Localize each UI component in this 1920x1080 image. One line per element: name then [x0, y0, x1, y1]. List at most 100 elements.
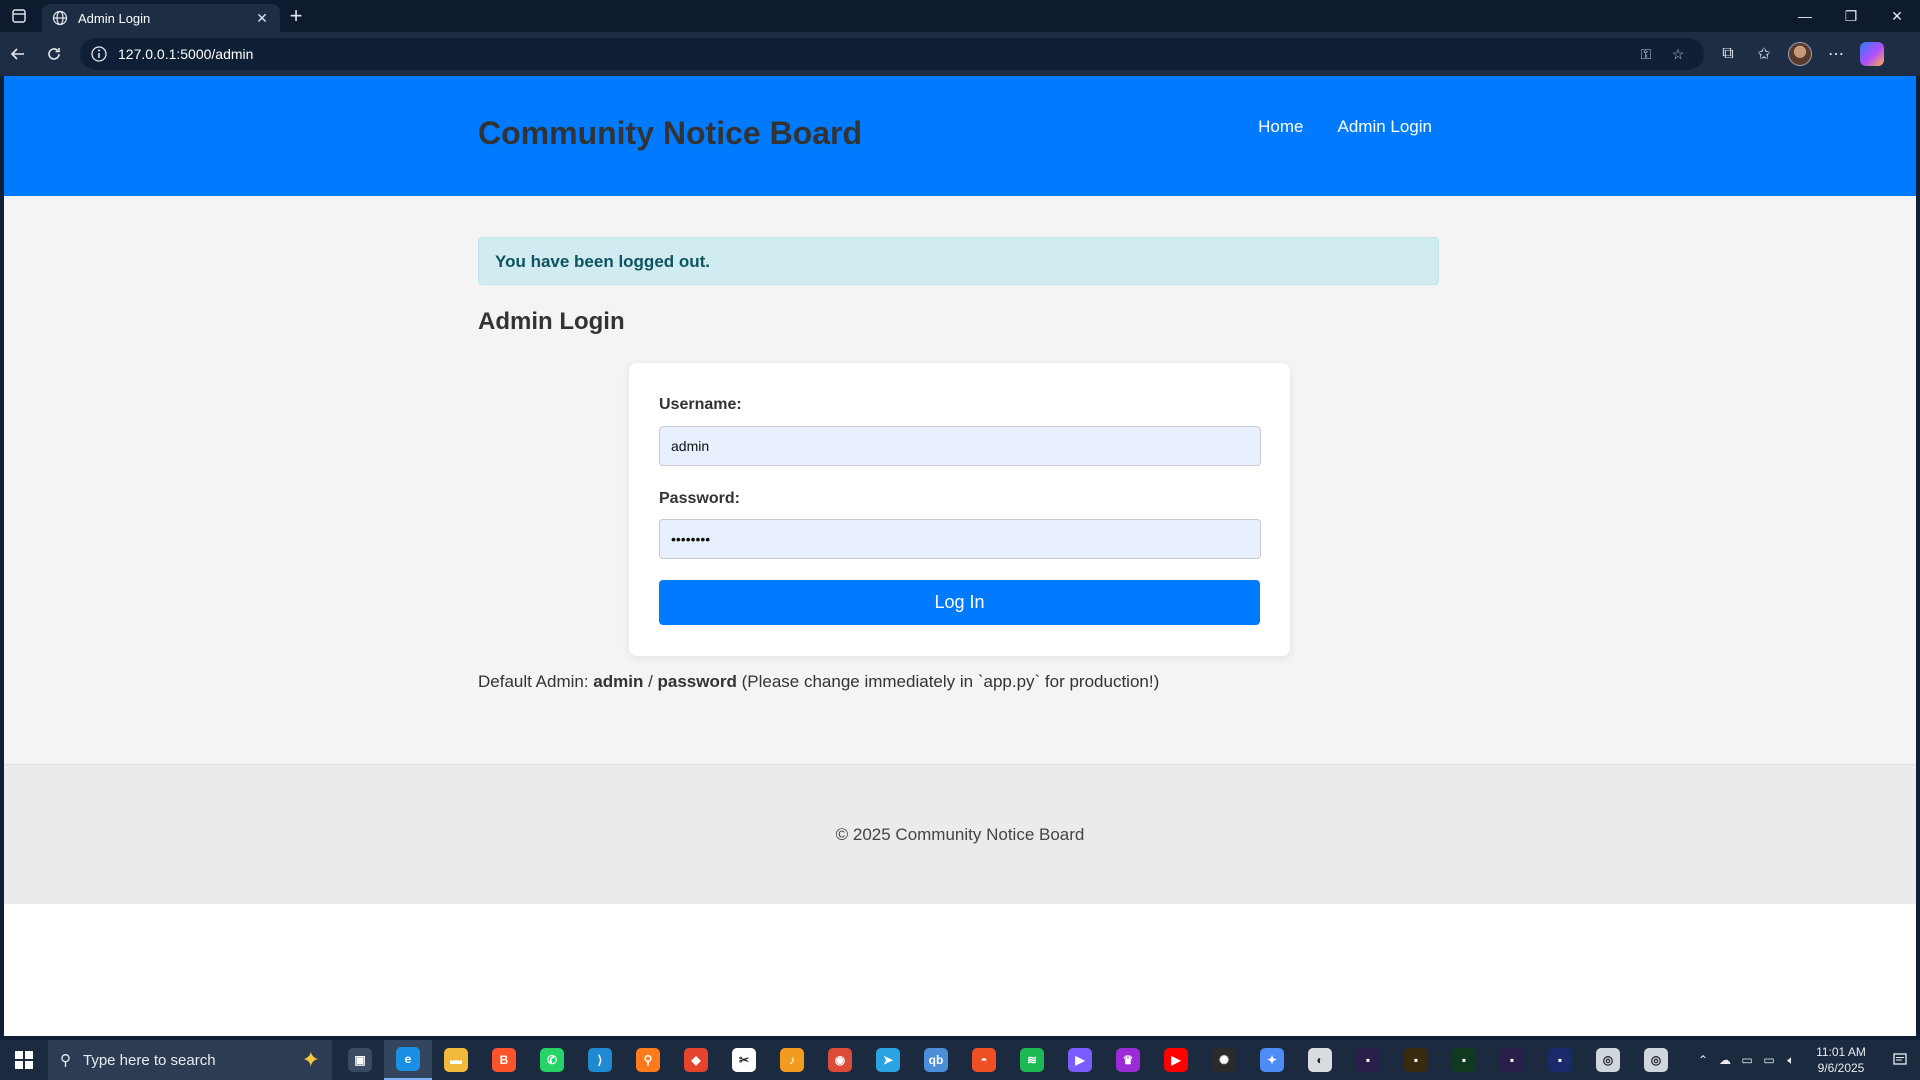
close-tab-icon[interactable]: ✕	[254, 10, 270, 27]
profile-avatar[interactable]	[1782, 36, 1818, 72]
address-bar[interactable]: 127.0.0.1:5000/admin ⚿ ☆	[80, 38, 1704, 70]
taskbar-app-app-dark2[interactable]: ▪	[1392, 1040, 1440, 1080]
taskbar-app-app-dark1[interactable]: ▪	[1344, 1040, 1392, 1080]
page-viewport: Community Notice Board Home Admin Login …	[4, 76, 1916, 1036]
vscode-icon: ⟩	[588, 1048, 612, 1072]
restore-icon[interactable]: ❐	[1828, 0, 1874, 32]
volume-icon[interactable]: 🔈︎	[1780, 1053, 1802, 1068]
globe-icon	[52, 10, 68, 26]
close-window-icon[interactable]: ✕	[1874, 0, 1920, 32]
app-violet-icon: ♛	[1116, 1048, 1140, 1072]
taskbar-app-anydesk[interactable]: ◆	[672, 1040, 720, 1080]
task-view-icon: ▣	[348, 1048, 372, 1072]
taskbar-app-search-app[interactable]: ⚲	[624, 1040, 672, 1080]
app-dark5-icon: ▪	[1548, 1048, 1572, 1072]
site-title: Community Notice Board	[478, 115, 863, 151]
key-icon[interactable]: ⚿	[1630, 46, 1662, 63]
taskbar-app-chrome[interactable]: ◉	[816, 1040, 864, 1080]
taskbar-app-brave[interactable]: B	[480, 1040, 528, 1080]
clock[interactable]: 11:01 AM 9/6/2025	[1802, 1044, 1880, 1076]
notification-icon[interactable]	[1880, 1052, 1920, 1068]
network-icon[interactable]: ▭	[1758, 1053, 1780, 1067]
taskbar-app-app-gamepad[interactable]: ◐	[1296, 1040, 1344, 1080]
site-nav: Home Admin Login	[1258, 117, 1432, 137]
taskbar-app-app-orange[interactable]: ◓	[960, 1040, 1008, 1080]
favorite-star-icon[interactable]: ☆	[1662, 46, 1694, 63]
taskbar-app-fl-studio[interactable]: ♪	[768, 1040, 816, 1080]
taskbar-app-app-light1[interactable]: ◎	[1584, 1040, 1632, 1080]
taskbar-app-capcut[interactable]: ✂	[720, 1040, 768, 1080]
app-light2-icon: ◎	[1644, 1048, 1668, 1072]
taskbar-app-app-dark4[interactable]: ▪	[1488, 1040, 1536, 1080]
taskbar-app-gemini[interactable]: ✦	[1248, 1040, 1296, 1080]
brave-icon: B	[492, 1048, 516, 1072]
taskbar-app-app-dark5[interactable]: ▪	[1536, 1040, 1584, 1080]
nav-link-admin-login[interactable]: Admin Login	[1337, 117, 1432, 137]
whatsapp-icon: ✆	[540, 1048, 564, 1072]
url-text: 127.0.0.1:5000/admin	[118, 46, 254, 62]
spotify-icon: ≋	[1020, 1048, 1044, 1072]
browser-tab[interactable]: Admin Login ✕	[42, 4, 280, 32]
page-heading: Admin Login	[478, 308, 625, 335]
taskbar-app-whatsapp[interactable]: ✆	[528, 1040, 576, 1080]
app-dark4-icon: ▪	[1500, 1048, 1524, 1072]
username-input[interactable]	[659, 426, 1261, 466]
clock-time: 11:01 AM	[1816, 1045, 1866, 1059]
favorites-icon[interactable]: ✩	[1746, 36, 1782, 72]
browser-tab-bar: Admin Login ✕ + — ❐ ✕	[0, 0, 1920, 32]
note-suffix: (Please change immediately in `app.py` f…	[736, 672, 1160, 691]
app-dark1-icon: ▪	[1356, 1048, 1380, 1072]
taskbar-app-app-light2[interactable]: ◎	[1632, 1040, 1680, 1080]
extensions-icon[interactable]: ⧉	[1710, 36, 1746, 72]
chatgpt-icon: ✺	[1212, 1048, 1236, 1072]
youtube-icon: ▶	[1164, 1048, 1188, 1072]
flash-message: You have been logged out.	[478, 237, 1439, 285]
chevron-up-icon[interactable]: ⌃	[1692, 1053, 1714, 1067]
tab-title: Admin Login	[78, 10, 151, 26]
main-content: You have been logged out. Admin Login Us…	[4, 196, 1916, 764]
taskbar-apps: ▣ e ▬ B ✆ ⟩ ⚲ ◆ ✂ ♪ ◉ ➤ qb ◓ ≋ ▶ ♛ ▶ ✺ ✦ ◐ ▪ ▪ ▪ ▪ ▪ ◎ ◎	[336, 1040, 1680, 1080]
taskbar-app-spotify[interactable]: ≋	[1008, 1040, 1056, 1080]
clock-date: 9/6/2025	[1817, 1061, 1865, 1075]
new-tab-button[interactable]: +	[280, 0, 312, 32]
reload-icon[interactable]	[36, 36, 72, 72]
site-footer: © 2025 Community Notice Board	[4, 764, 1916, 904]
app-gamepad-icon: ◐	[1308, 1048, 1332, 1072]
taskbar-app-task-view[interactable]: ▣	[336, 1040, 384, 1080]
taskbar-app-file-explorer[interactable]: ▬	[432, 1040, 480, 1080]
gemini-icon: ✦	[1260, 1048, 1284, 1072]
qbittorrent-icon: qb	[924, 1048, 948, 1072]
minimize-icon[interactable]: —	[1782, 0, 1828, 32]
nav-link-home[interactable]: Home	[1258, 117, 1303, 137]
login-form: Username: Password: Log In	[629, 363, 1290, 656]
taskbar-search[interactable]: ⚲ Type here to search ✦	[48, 1040, 332, 1080]
password-input[interactable]	[659, 519, 1261, 559]
capcut-icon: ✂	[732, 1048, 756, 1072]
taskbar-app-edge[interactable]: e	[384, 1040, 432, 1080]
taskbar-app-telegram[interactable]: ➤	[864, 1040, 912, 1080]
tab-actions-icon[interactable]	[0, 0, 38, 32]
note-prefix: Default Admin:	[478, 672, 594, 691]
camera-icon[interactable]: ▭	[1736, 1053, 1758, 1067]
taskbar-app-app-dark3[interactable]: ▪	[1440, 1040, 1488, 1080]
back-icon[interactable]	[0, 36, 36, 72]
edge-icon: e	[396, 1047, 420, 1071]
note-separator: /	[643, 672, 658, 691]
footer-text: © 2025 Community Notice Board	[835, 825, 1085, 844]
login-button[interactable]: Log In	[659, 580, 1260, 625]
more-menu-icon[interactable]: ⋯	[1818, 36, 1854, 72]
taskbar-app-app-purple[interactable]: ▶	[1056, 1040, 1104, 1080]
copilot-icon[interactable]	[1854, 36, 1890, 72]
taskbar-app-vscode[interactable]: ⟩	[576, 1040, 624, 1080]
taskbar-app-qbittorrent[interactable]: qb	[912, 1040, 960, 1080]
cloud-icon[interactable]: ☁	[1714, 1053, 1736, 1067]
start-icon[interactable]	[0, 1040, 48, 1080]
telegram-icon: ➤	[876, 1048, 900, 1072]
taskbar-app-chatgpt[interactable]: ✺	[1200, 1040, 1248, 1080]
site-info-icon[interactable]	[90, 45, 108, 63]
app-purple-icon: ▶	[1068, 1048, 1092, 1072]
taskbar: ⚲ Type here to search ✦ ▣ e ▬ B ✆ ⟩ ⚲ ◆ ✂ ♪ ◉ ➤ qb ◓ ≋…	[0, 1040, 1920, 1080]
taskbar-app-youtube[interactable]: ▶	[1152, 1040, 1200, 1080]
taskbar-app-app-violet[interactable]: ♛	[1104, 1040, 1152, 1080]
app-dark2-icon: ▪	[1404, 1048, 1428, 1072]
